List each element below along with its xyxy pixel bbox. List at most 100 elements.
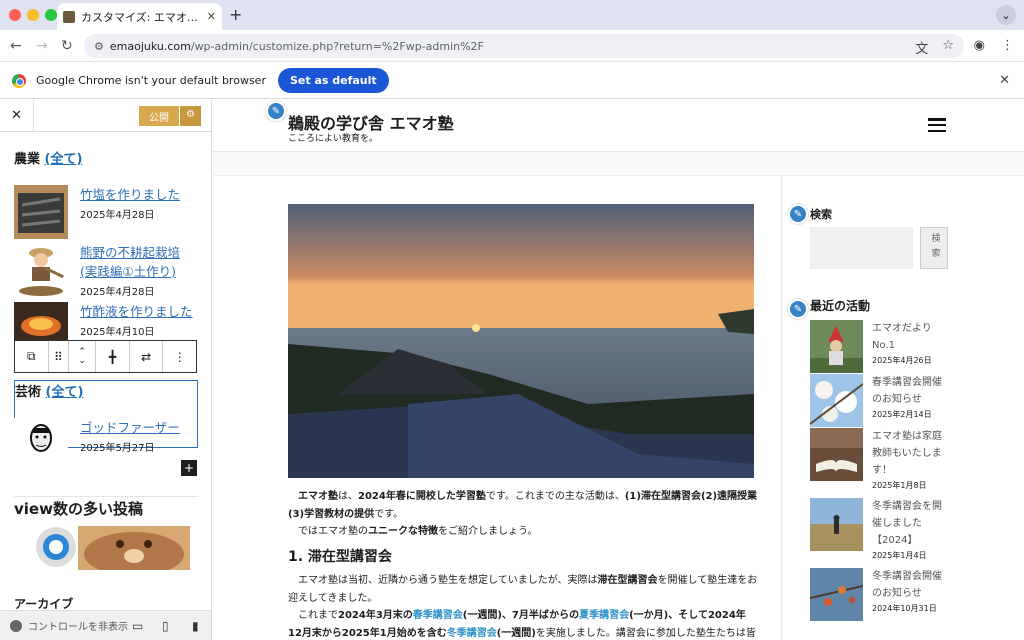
list-item: エマオだよりNo.1 2025年4月26日 — [810, 320, 947, 373]
list-item: 冬季講習会開催のお知らせ 2024年10月31日 — [810, 568, 947, 621]
body-paragraph: これまで2024年3月末の春季講習会(一週間)、7月半ばからの夏季講習会(一か月… — [288, 607, 758, 640]
list-item: 冬季講習会を開催しました【2024】 2025年1月4日 — [810, 498, 947, 561]
edit-search-widget-pencil-icon[interactable]: ✎ — [788, 204, 808, 224]
art-all-link[interactable]: (全て) — [46, 385, 84, 400]
book-thumbnail[interactable] — [810, 428, 863, 481]
site-preview: ✎ 鵜殿の学び舎 エマオ塾 こころによい教育を。 エマオ塾は、2024年春に開校… — [213, 100, 1024, 640]
window-controls — [9, 9, 57, 21]
recent-post-date: 2025年4月26日 — [872, 356, 932, 365]
tab-close-icon[interactable]: ✕ — [207, 10, 216, 23]
mobile-preview-icon[interactable]: ▮ — [192, 619, 199, 633]
url-path: /wp-admin/customize.php?return=%2Fwp-adm… — [190, 39, 484, 53]
list-item: 春季講習会開催のお知らせ 2025年2月14日 — [810, 374, 947, 427]
post-date: 2025年5月27日 — [80, 443, 155, 454]
bold-text: (一か月)、そして — [629, 610, 708, 621]
publish-settings-gear-icon[interactable]: ⚙ — [180, 106, 201, 126]
drag-handle-icon[interactable]: ⠿ — [49, 341, 70, 372]
recent-post-title[interactable]: 冬季講習会を開催しました【2024】 — [872, 498, 947, 549]
add-block-plus-button[interactable]: + — [181, 460, 197, 476]
bold-text: 2024年3月末の — [338, 610, 413, 621]
list-item: ゴッドファーザー 2025年5月27日 — [14, 418, 180, 458]
recent-post-title[interactable]: エマオだよりNo.1 — [872, 320, 947, 354]
active-tab[interactable]: カスタマイズ: エマオ塾へようこそ ✕ — [57, 3, 222, 30]
profile-avatar-icon[interactable]: ◉ — [974, 38, 985, 53]
site-info-icon[interactable]: ⚙ — [94, 40, 104, 53]
highlight-link[interactable]: 春季講習会 — [413, 610, 463, 621]
new-tab-plus-icon[interactable]: + — [229, 5, 242, 24]
site-header: ✎ 鵜殿の学び舎 エマオ塾 こころによい教育を。 — [213, 100, 1024, 152]
bamboo-salt-thumbnail[interactable] — [14, 185, 68, 239]
reload-icon[interactable]: ↻ — [61, 38, 73, 54]
recent-widget-title: 最近の活動 — [810, 299, 871, 313]
post-title-link[interactable]: 竹塩を作りました — [80, 185, 180, 204]
popular-post-banner-image[interactable] — [34, 524, 190, 570]
recent-post-title[interactable]: エマオ塾は家庭教師もいたします！ — [872, 428, 947, 479]
url-omnibox[interactable]: ⚙ emaojuku.com/wp-admin/customize.php?re… — [84, 34, 964, 58]
recent-post-title[interactable]: 春季講習会開催のお知らせ — [872, 374, 947, 408]
list-item: 竹酢液を作りました 2025年4月10日 — [14, 302, 193, 340]
minimize-window-button[interactable] — [27, 9, 39, 21]
back-arrow-icon[interactable]: ← — [10, 38, 22, 54]
bamboo-vinegar-thumbnail[interactable] — [14, 302, 68, 340]
recent-post-date: 2024年10月31日 — [872, 604, 937, 613]
cherry-blossom-thumbnail[interactable] — [810, 374, 863, 427]
post-title-link[interactable]: 竹酢液を作りました — [80, 302, 193, 321]
bold-text: エマオ塾 — [298, 491, 338, 502]
translate-icon[interactable]: 文 — [915, 38, 928, 57]
text: をご紹介しましょう。 — [438, 526, 538, 537]
customizer-header: ✕ 公開 ⚙ — [0, 100, 211, 132]
bold-text: ユニークな特徴 — [368, 526, 438, 537]
customizer-sidebar: ✕ 公開 ⚙ 農業 (全て) 竹塩を作りました 2025年4月28日 熊野の不耕… — [0, 100, 212, 640]
feature-paragraph: ではエマオ塾のユニークな特徴をご紹介しましょう。 — [288, 523, 758, 541]
godfather-thumbnail[interactable] — [14, 418, 68, 458]
chrome-menu-kebab-icon[interactable]: ⋮ — [1001, 38, 1014, 53]
search-button[interactable]: 検索 — [920, 227, 948, 269]
tab-title: カスタマイズ: エマオ塾へようこそ — [81, 10, 201, 24]
intro-paragraph: エマオ塾は、2024年春に開校した学習塾です。これまでの主な活動は、(1)滞在型… — [288, 488, 758, 523]
publish-button[interactable]: 公開 — [139, 106, 180, 126]
gnome-statue-thumbnail[interactable] — [810, 320, 863, 373]
search-input[interactable] — [810, 227, 913, 269]
more-options-icon[interactable]: ⋮ — [163, 341, 196, 372]
collapse-arrow-icon[interactable] — [10, 619, 22, 632]
hamburger-menu-icon[interactable] — [928, 118, 946, 132]
hide-controls-label[interactable]: コントロールを非表示 — [28, 618, 128, 633]
edit-recent-widget-pencil-icon[interactable]: ✎ — [788, 299, 808, 319]
field-student-thumbnail[interactable] — [810, 498, 863, 551]
autumn-branch-thumbnail[interactable] — [810, 568, 863, 621]
recent-post-title[interactable]: 冬季講習会開催のお知らせ — [872, 568, 947, 602]
tab-search-chevron-icon[interactable]: ⌄ — [996, 5, 1016, 25]
body-paragraph: エマオ塾は当初、近隣から通う塾生を想定していましたが、実際は滞在型講習会を開催し… — [288, 572, 758, 607]
art-section-name: 芸術 — [15, 385, 42, 400]
edit-site-title-pencil-icon[interactable]: ✎ — [266, 101, 286, 121]
block-type-icon[interactable]: ⧉ — [15, 341, 49, 372]
list-item: 熊野の不耕起栽培(実践編①土作り) 2025年4月28日 — [14, 243, 190, 298]
highlight-link[interactable]: 冬季講習会 — [447, 628, 497, 639]
agri-all-link[interactable]: (全て) — [45, 152, 83, 167]
forward-arrow-icon[interactable]: → — [36, 38, 48, 54]
infobar-close-icon[interactable]: ✕ — [999, 73, 1010, 88]
close-customizer-icon[interactable]: ✕ — [0, 100, 34, 132]
farmer-illustration-thumbnail[interactable] — [14, 243, 68, 297]
post-title-link[interactable]: ゴッドファーザー — [80, 418, 180, 437]
bold-text: (一週間) — [496, 627, 536, 639]
transform-icon[interactable]: ⇄ — [130, 341, 164, 372]
post-date: 2025年4月28日 — [80, 210, 155, 221]
chrome-logo-icon — [12, 73, 26, 88]
desktop-preview-icon[interactable]: ▭ — [132, 619, 143, 633]
set-as-default-button[interactable]: Set as default — [277, 68, 389, 93]
highlight-link[interactable]: 夏季講習会 — [579, 610, 629, 621]
align-icon[interactable]: ╋ — [96, 341, 130, 372]
browser-tab-strip: カスタマイズ: エマオ塾へようこそ ✕ + ⌄ — [0, 0, 1024, 30]
maximize-window-button[interactable] — [45, 9, 57, 21]
sunset-hero-image — [288, 204, 754, 478]
customizer-footer: コントロールを非表示 ▭ ▯ ▮ — [0, 610, 211, 640]
tablet-preview-icon[interactable]: ▯ — [162, 619, 169, 633]
post-title-link[interactable]: 熊野の不耕起栽培(実践編①土作り) — [80, 243, 190, 281]
divider — [14, 496, 198, 497]
close-window-button[interactable] — [9, 9, 21, 21]
agri-section-name: 農業 — [14, 152, 41, 167]
bookmark-star-icon[interactable]: ☆ — [942, 38, 954, 57]
move-up-down-icon[interactable]: ⌃ ⌄ — [69, 341, 97, 372]
text: これまで — [298, 610, 338, 621]
